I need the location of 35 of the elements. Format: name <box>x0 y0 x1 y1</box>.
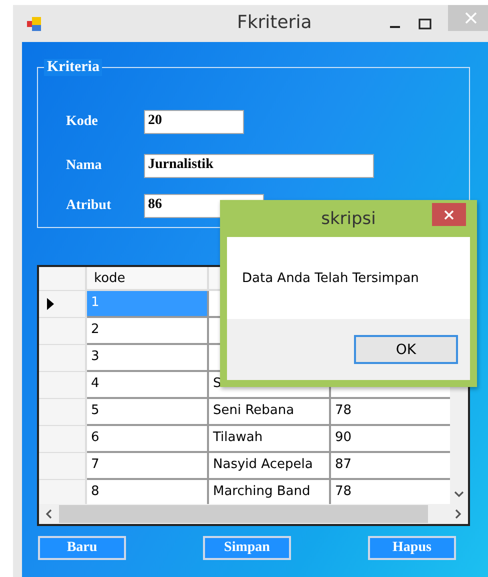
scroll-right-icon[interactable] <box>454 509 462 519</box>
ok-button[interactable]: OK <box>354 335 458 364</box>
scroll-left-icon[interactable] <box>45 509 53 519</box>
column-header[interactable]: kode <box>87 267 209 291</box>
input-field[interactable]: 20 <box>144 110 244 134</box>
name-cell: Seni Rebana <box>209 399 331 426</box>
kode-cell: 7 <box>87 453 209 480</box>
field-label: Atribut <box>66 198 112 214</box>
window-title: Fkriteria <box>237 12 312 33</box>
row-header[interactable] <box>39 291 87 318</box>
scroll-down-icon[interactable] <box>454 490 464 498</box>
value-cell: 87 <box>331 453 453 480</box>
kode-cell: 2 <box>87 318 209 345</box>
kode-cell: 4 <box>87 372 209 399</box>
close-icon <box>444 210 454 220</box>
dialog-message: Data Anda Telah Tersimpan <box>242 270 419 286</box>
name-cell: Tilawah <box>209 426 331 453</box>
kode-cell: 6 <box>87 426 209 453</box>
app-icon <box>26 16 42 32</box>
scroll-thumb[interactable] <box>59 505 428 523</box>
current-row-icon <box>47 298 54 310</box>
field-label: Nama <box>66 158 103 174</box>
kode-cell: 1 <box>87 291 209 318</box>
maximize-icon[interactable] <box>418 16 432 30</box>
kode-cell: 3 <box>87 345 209 372</box>
field-label: Kode <box>66 114 99 130</box>
value-cell: 78 <box>331 399 453 426</box>
close-icon <box>464 12 476 24</box>
group-title: Kriteria <box>44 59 102 76</box>
input-field[interactable]: Jurnalistik <box>144 154 374 178</box>
kode-cell: 5 <box>87 399 209 426</box>
dialog-title: skripsi <box>321 208 376 228</box>
close-button[interactable] <box>432 203 466 226</box>
name-cell: Nasyid Acepela <box>209 453 331 480</box>
value-cell: 90 <box>331 426 453 453</box>
